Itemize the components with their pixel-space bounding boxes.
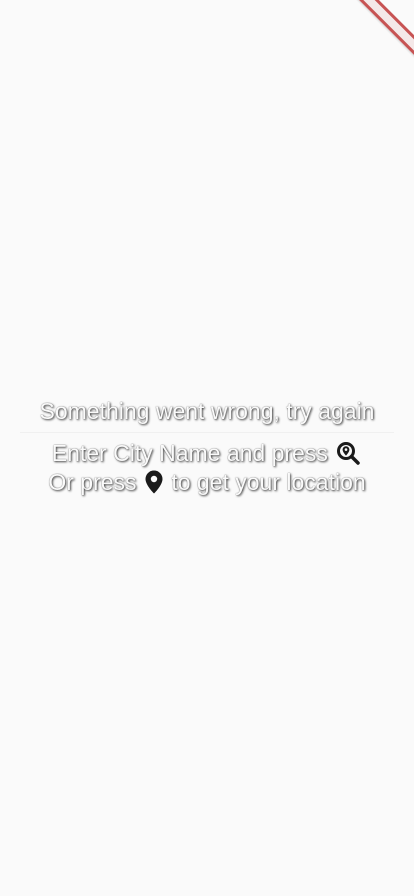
map-marker-icon — [145, 470, 163, 494]
hint-line-2-suffix: to get your location — [171, 469, 366, 495]
debug-ribbon — [340, 0, 414, 67]
hint-line-1-text: Enter City Name and press — [51, 440, 328, 466]
hint-line-1: Enter City Name and press — [0, 439, 414, 468]
debug-banner — [334, 0, 414, 80]
empty-state: Something went wrong, try again Enter Ci… — [0, 394, 414, 497]
error-message: Something went wrong, try again — [39, 398, 375, 424]
hint-line-2-prefix: Or press — [48, 469, 137, 495]
divider — [20, 432, 394, 433]
search-location-icon — [336, 441, 360, 465]
hint-line-2: Or press to get your location — [0, 468, 414, 497]
